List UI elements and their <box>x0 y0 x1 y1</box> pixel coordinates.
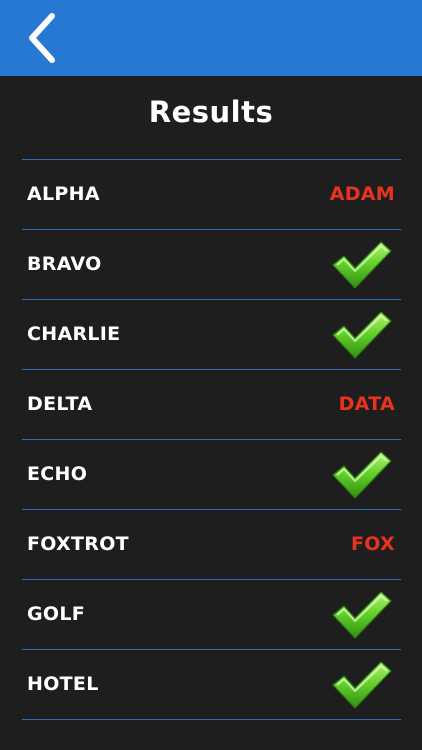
result-label: GOLF <box>27 603 86 625</box>
checkmark-icon <box>331 240 393 290</box>
result-row: HOTEL <box>22 650 401 720</box>
chevron-left-icon <box>29 13 55 63</box>
result-row: ECHO <box>22 440 401 510</box>
result-label: CHARLIE <box>27 323 121 345</box>
checkmark-icon <box>331 590 393 640</box>
result-label: HOTEL <box>27 673 99 695</box>
result-label: FOXTROT <box>27 533 129 555</box>
result-row: DELTA DATA <box>22 370 401 440</box>
wrong-answer-text: ADAM <box>329 183 395 205</box>
back-button[interactable] <box>22 10 66 66</box>
result-label: ALPHA <box>27 183 100 205</box>
result-row: FOXTROT FOX <box>22 510 401 580</box>
wrong-answer-text: FOX <box>350 533 395 555</box>
top-nav-bar <box>0 0 422 76</box>
result-label: BRAVO <box>27 253 102 275</box>
page-title: Results <box>148 95 274 129</box>
checkmark-icon <box>331 310 393 360</box>
result-row: GOLF <box>22 580 401 650</box>
result-label: DELTA <box>27 393 93 415</box>
result-label: ECHO <box>27 463 88 485</box>
results-list: ALPHA ADAM BRAVO CHARLIE DELTA DATA ECHO <box>22 159 401 720</box>
result-row: CHARLIE <box>22 300 401 370</box>
checkmark-icon <box>331 450 393 500</box>
wrong-answer-text: DATA <box>338 393 395 415</box>
checkmark-icon <box>331 660 393 710</box>
result-row: ALPHA ADAM <box>22 160 401 230</box>
result-row: BRAVO <box>22 230 401 300</box>
